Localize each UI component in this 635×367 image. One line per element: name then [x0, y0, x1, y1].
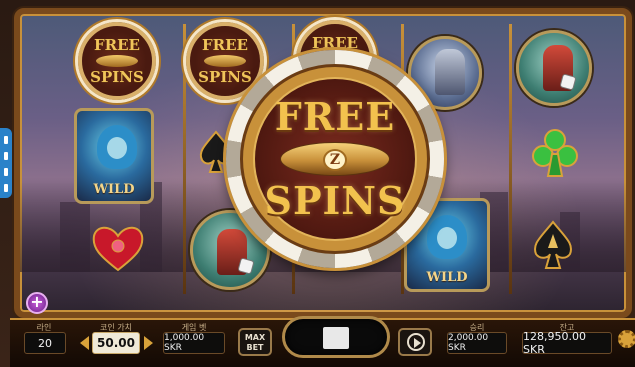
free-spins-line1: FREE	[94, 36, 140, 54]
coin-value-decrease-button[interactable]	[80, 336, 89, 350]
gambler-portrait-symbol	[516, 30, 592, 106]
club-suit-icon	[532, 129, 578, 177]
free-spins-symbol: FREE SPINS	[78, 22, 156, 100]
zeppelin-badge: Z	[323, 149, 347, 171]
max-bet-button[interactable]: MAX BET	[238, 328, 272, 356]
side-menu-tab[interactable]	[0, 128, 12, 198]
free-spins-line1: FREE	[312, 34, 358, 52]
bet-field: 1,000.00 SKR	[163, 332, 225, 354]
wild-symbol: WILD	[74, 108, 154, 204]
lines-field[interactable]: 20	[24, 332, 66, 354]
zeppelin-icon	[96, 55, 138, 67]
free-spins-line2: SPINS	[198, 68, 252, 86]
coin-value-increase-button[interactable]	[144, 336, 153, 350]
autoplay-button[interactable]	[398, 328, 432, 356]
free-spins-title-line2: SPINS	[264, 178, 406, 223]
stop-icon	[323, 327, 349, 349]
wild-label: WILD	[93, 182, 135, 197]
balance-field: 128,950.00 SKR	[522, 330, 612, 356]
free-spins-line1: FREE	[202, 36, 248, 54]
slot-game: FREE SPINS FREE SPINS FREE SPINS WILD	[0, 0, 635, 367]
zeppelin-icon: Z	[280, 142, 390, 176]
coin-value-field[interactable]: 50.00	[92, 332, 140, 354]
free-spins-big-symbol: FREE Z SPINS	[226, 50, 444, 268]
free-spins-title-line1: FREE	[274, 94, 396, 139]
win-field: 2,000.00 SKR	[447, 332, 507, 354]
spin-button[interactable]	[282, 316, 390, 358]
spade-suit-icon	[534, 220, 572, 269]
heart-suit-icon	[92, 226, 144, 272]
settings-gear-icon[interactable]	[618, 330, 635, 348]
zeppelin-icon	[204, 55, 246, 67]
wild-label: WILD	[426, 270, 468, 285]
free-spins-line2: SPINS	[90, 68, 144, 86]
add-icon[interactable]: +	[26, 292, 48, 314]
